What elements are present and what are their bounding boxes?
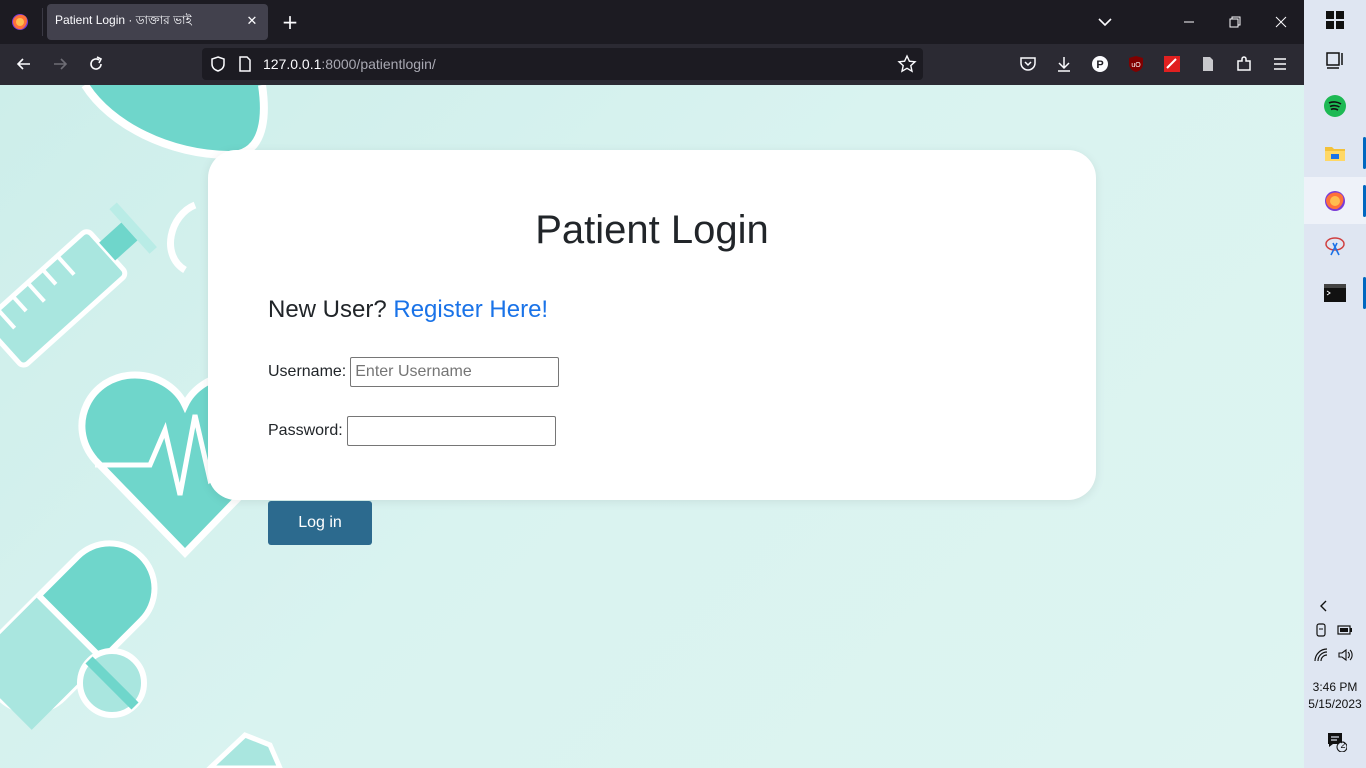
battery-icon[interactable] xyxy=(1337,622,1353,638)
page-content: Patient Login New User? Register Here! U… xyxy=(0,85,1304,768)
shield-icon[interactable] xyxy=(208,54,228,74)
tab-title: Patient Login · ডাক্তার ভাই xyxy=(55,13,192,27)
login-button[interactable]: Log in xyxy=(268,501,372,545)
clock-time[interactable]: 3:46 PM xyxy=(1304,680,1366,694)
terminal-icon[interactable] xyxy=(1323,281,1347,305)
profile-p-icon[interactable]: P xyxy=(1090,54,1110,74)
tab-separator xyxy=(42,8,43,36)
url-bar[interactable]: 127.0.0.1:8000/patientlogin/ xyxy=(202,48,923,80)
firefox-taskbar-icon[interactable] xyxy=(1323,189,1347,213)
windows-icon[interactable] xyxy=(1323,8,1347,32)
tab-patient-login[interactable]: Patient Login · ডাক্তার ভাই ✕ xyxy=(47,4,268,40)
volume-icon[interactable] xyxy=(1337,647,1353,663)
chevron-left-icon[interactable] xyxy=(1316,598,1332,614)
notification-count: 2 xyxy=(1340,740,1346,750)
url-path: :8000/patientlogin/ xyxy=(321,56,436,72)
forward-icon[interactable] xyxy=(50,54,70,74)
menu-icon[interactable] xyxy=(1270,54,1290,74)
svg-text:P: P xyxy=(1096,59,1103,71)
wifi-icon[interactable] xyxy=(1313,647,1329,663)
page-icon[interactable] xyxy=(235,54,255,74)
spotify-icon[interactable] xyxy=(1323,94,1347,118)
restore-icon[interactable] xyxy=(1225,12,1245,32)
pocket-icon[interactable] xyxy=(1018,54,1038,74)
back-icon[interactable] xyxy=(14,54,34,74)
page-title: Patient Login xyxy=(535,208,769,252)
task-view-icon[interactable] xyxy=(1323,48,1347,72)
navigation-toolbar: 127.0.0.1:8000/patientlogin/ P uO xyxy=(0,44,1304,85)
firefox-icon[interactable] xyxy=(10,12,30,32)
snipping-tool-icon[interactable] xyxy=(1323,235,1347,259)
username-label: Username: xyxy=(268,363,347,380)
username-input[interactable] xyxy=(350,357,560,387)
password-input[interactable] xyxy=(346,416,556,446)
url-host: 127.0.0.1 xyxy=(263,56,322,72)
extension-red-icon[interactable] xyxy=(1162,54,1182,74)
plus-icon[interactable]: + xyxy=(280,12,300,32)
login-card: Patient Login New User? Register Here! U… xyxy=(208,150,1096,500)
device-icon[interactable] xyxy=(1313,622,1329,638)
new-user-text: New User? xyxy=(268,296,387,323)
new-user-prompt: New User? Register Here! xyxy=(268,296,548,324)
reload-icon[interactable] xyxy=(86,54,106,74)
password-label: Password: xyxy=(268,422,343,439)
url-text[interactable]: 127.0.0.1:8000/patientlogin/ xyxy=(263,56,436,72)
star-icon[interactable] xyxy=(897,54,917,74)
username-row: Username: xyxy=(268,357,560,387)
download-icon[interactable] xyxy=(1054,54,1074,74)
close-window-icon[interactable] xyxy=(1271,12,1291,32)
password-row: Password: xyxy=(268,416,556,446)
register-link[interactable]: Register Here! xyxy=(393,296,548,323)
extension-icon[interactable] xyxy=(1234,54,1254,74)
close-icon[interactable]: ✕ xyxy=(244,14,260,30)
minimize-icon[interactable] xyxy=(1179,12,1199,32)
document-icon[interactable] xyxy=(1198,54,1218,74)
clock-date[interactable]: 5/15/2023 xyxy=(1304,697,1366,711)
chevron-down-icon[interactable] xyxy=(1097,14,1113,30)
tab-strip: Patient Login · ডাক্তার ভাই ✕ + xyxy=(0,0,1304,44)
svg-text:uO: uO xyxy=(1131,62,1141,69)
ublock-icon[interactable]: uO xyxy=(1126,54,1146,74)
windows-taskbar: 3:46 PM 5/15/2023 2 xyxy=(1304,0,1366,768)
file-explorer-icon[interactable] xyxy=(1323,141,1347,165)
